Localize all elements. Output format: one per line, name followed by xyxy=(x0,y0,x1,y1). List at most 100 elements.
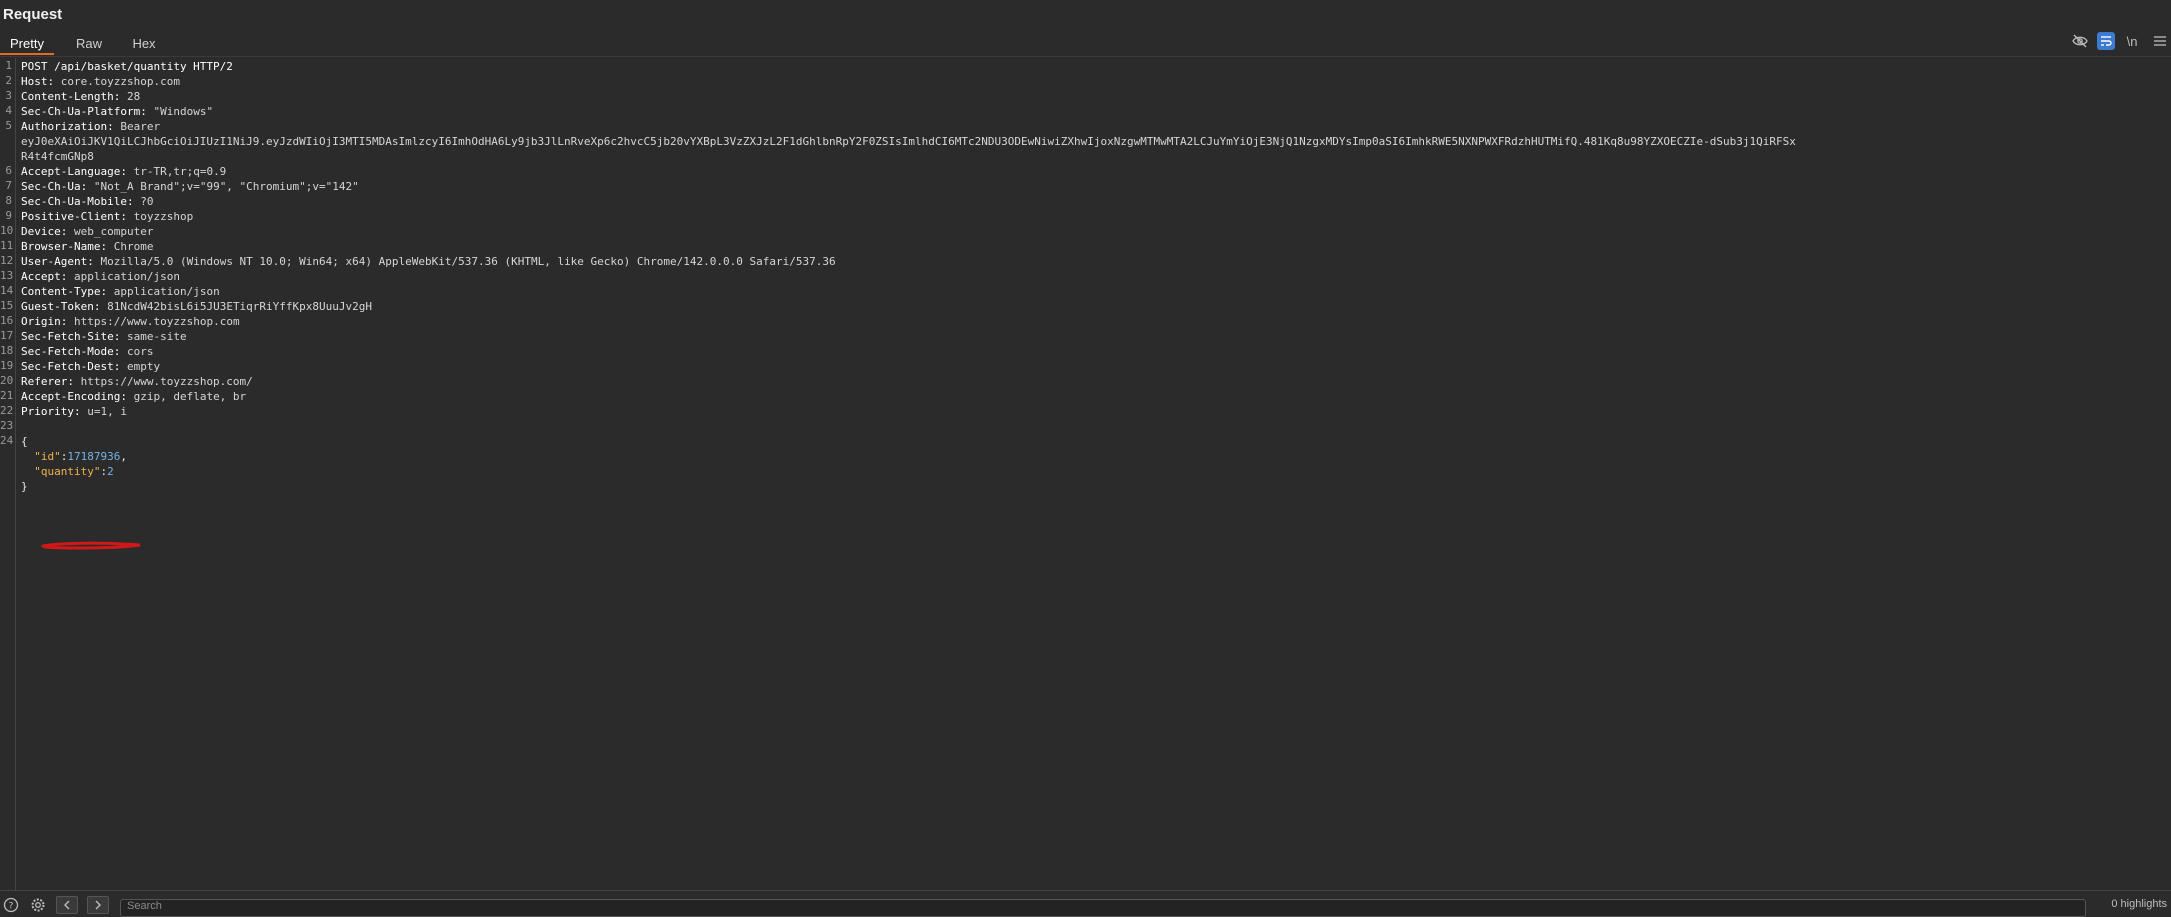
panel-header: Request xyxy=(0,0,2171,28)
header-name: Sec-Fetch-Mode xyxy=(21,345,114,358)
header-name: Sec-Ch-Ua-Platform xyxy=(21,105,141,118)
line-number: 22 xyxy=(0,404,14,417)
header-name: Device xyxy=(21,225,61,238)
line-number: 13 xyxy=(0,269,14,282)
header-name: Authorization xyxy=(21,120,108,133)
header-name: Accept xyxy=(21,270,61,283)
red-underline-annotation xyxy=(41,541,141,550)
code-line: { xyxy=(21,434,28,449)
header-value: tr-TR,tr;q=0.9 xyxy=(133,165,227,178)
header-value: 81NcdW42bisL6i5JU3ETiqrRiYffKpx8UuuJv2gH xyxy=(107,300,373,313)
line-number-gutter: 1 2 3 4 5 6 7 8 9 10 11 12 13 14 15 16 17 18 19 20 21 22 23 24 xyxy=(0,58,16,890)
header-value: "Not_A Brand";v="99", "Chromium";v="142" xyxy=(93,180,359,193)
previous-match-button[interactable] xyxy=(56,896,78,914)
eye-off-icon[interactable] xyxy=(2069,31,2091,51)
json-value-quantity: 2 xyxy=(107,465,114,478)
hamburger-menu-icon[interactable] xyxy=(2149,31,2171,51)
header-name: Sec-Ch-Ua xyxy=(21,180,81,193)
line-number: 1 xyxy=(5,59,12,72)
header-name: Priority xyxy=(21,405,74,418)
header-name: Sec-Fetch-Dest xyxy=(21,360,114,373)
json-key-id: "id" xyxy=(34,450,61,463)
line-number: 18 xyxy=(0,344,14,357)
line-number: 15 xyxy=(0,299,14,312)
header-separator: : xyxy=(113,345,127,358)
code-line: "quantity":2 xyxy=(21,464,114,479)
code-line: Device: web_computer xyxy=(21,224,153,239)
header-name: User-Agent xyxy=(21,255,88,268)
header-separator: : xyxy=(113,90,127,103)
code-line: Accept-Language: tr-TR,tr;q=0.9 xyxy=(21,164,226,179)
line-number: 3 xyxy=(5,89,12,102)
search-input[interactable]: Search xyxy=(120,899,2086,917)
header-name: Guest-Token xyxy=(21,300,94,313)
header-value: "Windows" xyxy=(153,105,214,118)
settings-gear-icon[interactable] xyxy=(29,896,47,914)
header-name: Sec-Ch-Ua-Mobile xyxy=(21,195,127,208)
header-value: https://www.toyzzshop.com xyxy=(74,315,240,328)
line-number: 11 xyxy=(0,239,14,252)
json-open-brace: { xyxy=(21,435,28,448)
code-line: R4t4fcmGNp8 xyxy=(21,149,94,164)
header-separator: : xyxy=(120,210,134,223)
header-value: Chrome xyxy=(113,240,154,253)
header-separator: : xyxy=(140,105,154,118)
wrap-lines-icon[interactable] xyxy=(2097,32,2115,50)
request-editor[interactable]: 1 2 3 4 5 6 7 8 9 10 11 12 13 14 15 16 17 18 19 20 21 22 23 24 … xyxy=(0,58,2171,890)
header-separator: : xyxy=(120,390,134,403)
code-line: Sec-Ch-Ua-Mobile: ?0 xyxy=(21,194,153,209)
header-separator: : xyxy=(60,270,74,283)
code-line: Sec-Fetch-Mode: cors xyxy=(21,344,153,359)
code-line: Referer: https://www.toyzzshop.com/ xyxy=(21,374,253,389)
header-value: u=1, i xyxy=(87,405,127,418)
header-value: empty xyxy=(126,360,161,373)
header-separator: : xyxy=(67,375,81,388)
header-separator: : xyxy=(126,195,141,208)
request-line: POST /api/basket/quantity HTTP/2 xyxy=(21,60,233,73)
header-value: core.toyzzshop.com xyxy=(60,75,180,88)
header-value: gzip, deflate, br xyxy=(133,390,247,403)
header-name: Accept-Encoding xyxy=(21,390,121,403)
line-number: 20 xyxy=(0,374,14,387)
json-key-quantity: "quantity" xyxy=(34,465,101,478)
panel-title: Request xyxy=(3,6,63,23)
header-separator: : xyxy=(60,225,74,238)
header-name: Origin xyxy=(21,315,61,328)
header-separator: : xyxy=(87,255,101,268)
header-separator: : xyxy=(100,285,114,298)
line-number: 5 xyxy=(5,119,12,132)
code-line: "id":17187936, xyxy=(21,449,127,464)
header-name: Browser-Name xyxy=(21,240,101,253)
bearer-token-line: eyJ0eXAiOiJKV1QiLCJhbGciOiJIUzI1NiJ9.eyJ… xyxy=(21,135,1796,148)
editor-toolbar: \n xyxy=(2063,30,2171,52)
tab-hex[interactable]: Hex xyxy=(122,33,166,55)
json-close-brace: } xyxy=(21,480,28,493)
code-line: POST /api/basket/quantity HTTP/2 xyxy=(21,59,233,74)
code-line: Sec-Fetch-Site: same-site xyxy=(21,329,187,344)
svg-text:?: ? xyxy=(9,902,14,912)
header-value: web_computer xyxy=(74,225,154,238)
line-number: 10 xyxy=(0,224,14,237)
line-number: 9 xyxy=(5,209,12,222)
newline-toggle-button[interactable]: \n xyxy=(2121,31,2143,51)
highlights-count: 0 highlights xyxy=(2111,898,2167,910)
header-name: Content-Type xyxy=(21,285,101,298)
line-number: 16 xyxy=(0,314,14,327)
next-match-button[interactable] xyxy=(87,896,109,914)
header-value: https://www.toyzzshop.com/ xyxy=(80,375,253,388)
tab-raw[interactable]: Raw xyxy=(62,33,116,55)
header-separator: : xyxy=(120,165,134,178)
tab-pretty[interactable]: Pretty xyxy=(0,33,54,55)
help-icon[interactable]: ? xyxy=(2,896,20,914)
line-number: 2 xyxy=(5,74,12,87)
line-number: 19 xyxy=(0,359,14,372)
header-separator: : xyxy=(107,120,121,133)
code-line: Accept: application/json xyxy=(21,269,180,284)
code-line: Accept-Encoding: gzip, deflate, br xyxy=(21,389,246,404)
header-name: Content-Length xyxy=(21,90,114,103)
header-separator: : xyxy=(73,405,88,418)
bottom-search-bar: ? Search 0 highlights xyxy=(0,890,2171,917)
header-separator: : xyxy=(80,180,94,193)
code-line: eyJ0eXAiOiJKV1QiLCJhbGciOiJIUzI1NiJ9.eyJ… xyxy=(21,134,1796,149)
